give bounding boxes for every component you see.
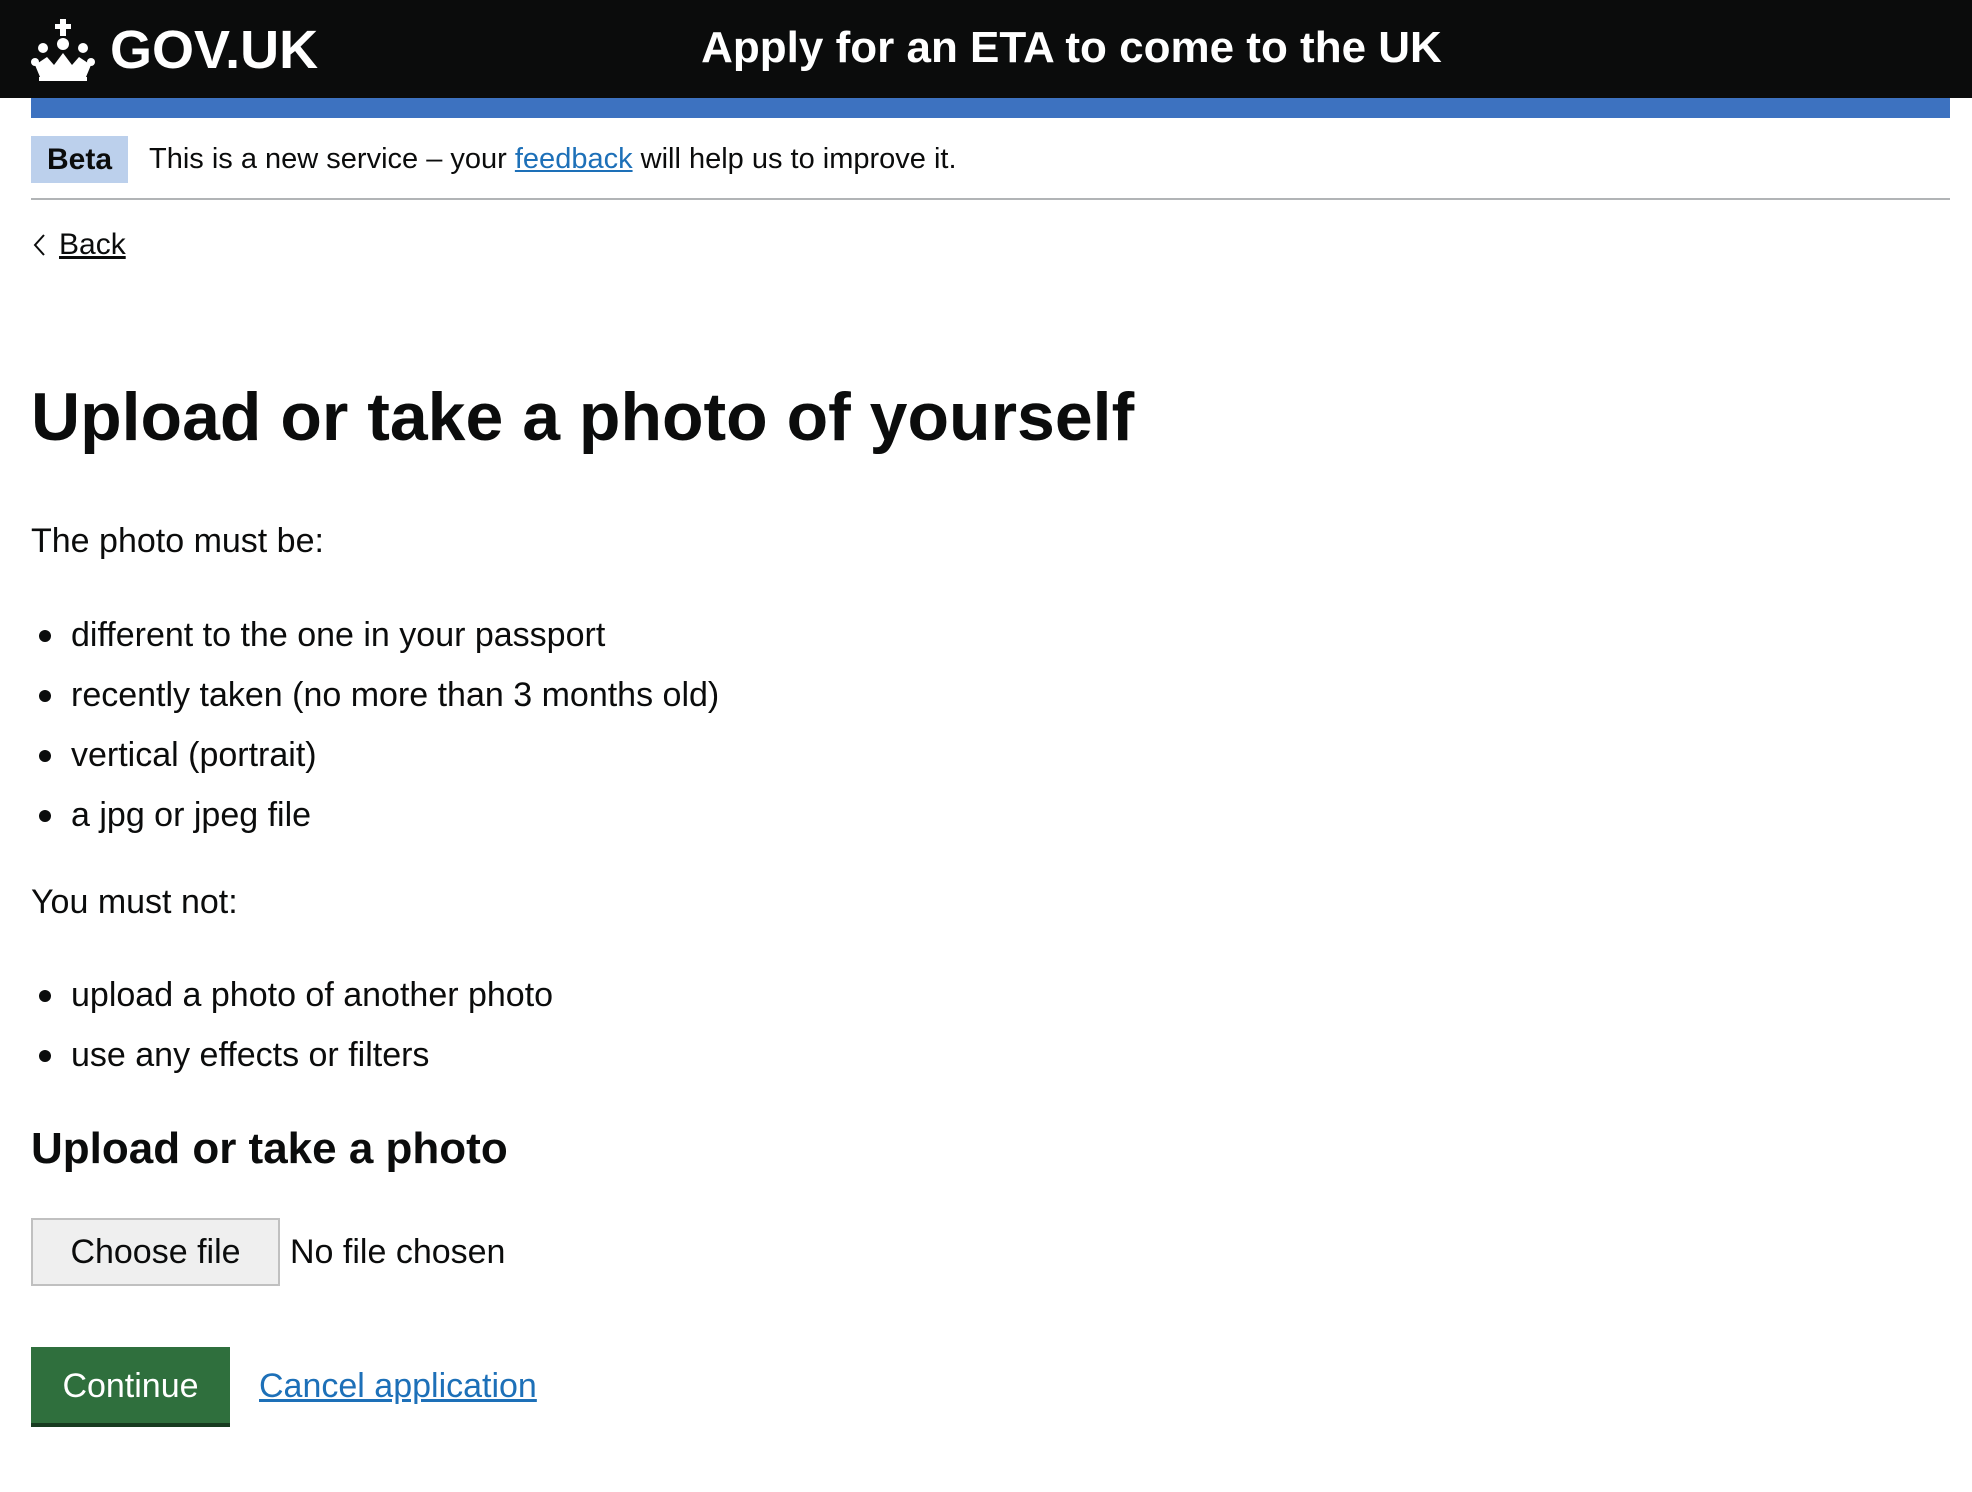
restrictions-list: upload a photo of another photo use any … — [31, 965, 553, 1085]
requirement-item: vertical (portrait) — [31, 725, 719, 785]
continue-button[interactable]: Continue — [31, 1347, 230, 1423]
site-header: GOV.UK Apply for an ETA to come to the U… — [0, 0, 1972, 98]
cancel-application-link[interactable]: Cancel application — [259, 1362, 537, 1410]
file-status: No file chosen — [290, 1232, 506, 1271]
requirements-intro: The photo must be: — [31, 522, 324, 560]
service-name-link[interactable]: Apply for an ETA to come to the UK — [600, 0, 1543, 98]
restrictions-intro: You must not: — [31, 883, 238, 921]
page-title: Upload or take a photo of yourself — [31, 379, 1135, 455]
beta-tag: Beta — [31, 136, 128, 183]
requirement-item: different to the one in your passport — [31, 605, 719, 665]
choose-file-button[interactable]: Choose file — [31, 1218, 280, 1286]
requirement-item: a jpg or jpeg file — [31, 785, 719, 845]
phase-banner-text: This is a new service – your feedback wi… — [149, 136, 957, 183]
restriction-item: upload a photo of another photo — [31, 965, 553, 1025]
requirement-item: recently taken (no more than 3 months ol… — [31, 665, 719, 725]
requirements-list: different to the one in your passport re… — [31, 605, 719, 845]
file-upload: Choose file No file chosen — [31, 1218, 506, 1286]
chevron-left-icon — [33, 234, 45, 256]
phase-text-after: will help us to improve it. — [640, 143, 957, 175]
back-link[interactable]: Back — [31, 228, 126, 262]
restriction-item: use any effects or filters — [31, 1025, 553, 1085]
govuk-logo-link[interactable]: GOV.UK — [30, 10, 318, 90]
header-accent-bar — [31, 98, 1950, 118]
feedback-link[interactable]: feedback — [515, 143, 633, 175]
back-label: Back — [59, 228, 126, 261]
phase-banner: Beta This is a new service – your feedba… — [31, 133, 1950, 200]
upload-heading: Upload or take a photo — [31, 1124, 508, 1173]
phase-text-before: This is a new service – your — [149, 143, 507, 175]
logo-text: GOV.UK — [110, 20, 319, 80]
crown-icon — [31, 19, 95, 81]
